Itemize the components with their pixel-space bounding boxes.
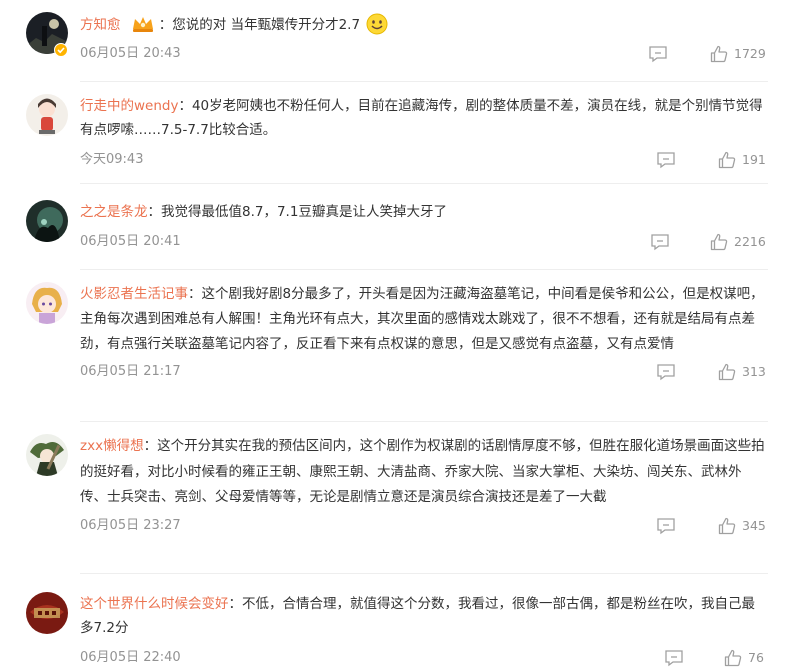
separator: ：: [228, 596, 243, 612]
avatar[interactable]: [26, 200, 68, 242]
comment-icon[interactable]: [648, 45, 668, 63]
like-button[interactable]: 191: [718, 150, 766, 170]
thumbs-up-icon: [718, 151, 736, 169]
username-link[interactable]: zxx懒得想: [80, 438, 144, 454]
smile-emoji-icon: [366, 13, 388, 35]
comment-text: 这个开分其实在我的预估区间内，这个剧作为权谋剧的话剧情厚度不够，但胜在服化道场景…: [80, 438, 765, 505]
divider: [80, 183, 768, 184]
divider: [80, 421, 768, 422]
comment-icon[interactable]: [650, 233, 670, 251]
comment-text: 我觉得最低值8.7，7.1豆瓣真是让人笑掉大牙了: [161, 204, 447, 220]
divider: [80, 81, 768, 82]
username-link[interactable]: 火影忍者生活记事: [80, 286, 188, 302]
avatar[interactable]: [26, 592, 68, 634]
like-count: 1729: [734, 46, 766, 61]
like-count: 2216: [734, 234, 766, 249]
comment-time: 06月05日 23:27: [80, 517, 181, 533]
separator: ：: [178, 98, 192, 114]
crown-badge-icon: [132, 17, 153, 32]
like-count: 191: [742, 152, 766, 167]
comment-item: 这个世界什么时候会变好：不低，合情合理，就值得这个分数，我看过，很像一部古偶，都…: [0, 592, 788, 668]
like-button[interactable]: 76: [724, 648, 764, 668]
separator: ：: [147, 204, 162, 220]
comment-text: 您说的对 当年甄嬛传开分才2.7: [172, 17, 361, 33]
comment-icon[interactable]: [656, 517, 676, 535]
divider: [80, 269, 768, 270]
comment-icon[interactable]: [656, 151, 676, 169]
comment-item: 火影忍者生活记事：这个剧我好剧8分最多了，开头看是因为汪藏海盗墓笔记，中间看是侯…: [0, 282, 788, 422]
thumbs-up-icon: [710, 233, 728, 251]
avatar[interactable]: [26, 94, 68, 136]
comment-time: 今天09:43: [80, 152, 144, 167]
like-button[interactable]: 345: [718, 516, 766, 536]
comment-item: 行走中的wendy：40岁老阿姨也不粉任何人，目前在追藏海传，剧的整体质量不差，…: [0, 94, 788, 184]
like-count: 345: [742, 517, 766, 533]
thumbs-up-icon: [710, 45, 728, 63]
like-button[interactable]: 313: [718, 362, 766, 382]
comment-time: 06月05日 21:17: [80, 364, 181, 379]
like-count: 76: [748, 650, 764, 665]
comment-item: zxx懒得想：这个开分其实在我的预估区间内，这个剧作为权谋剧的话剧情厚度不够，但…: [0, 434, 788, 574]
avatar[interactable]: [26, 434, 68, 476]
comment-item: 之之是条龙：我觉得最低值8.7，7.1豆瓣真是让人笑掉大牙了 06月05日 20…: [0, 200, 788, 270]
like-count: 313: [742, 364, 766, 379]
comment-icon[interactable]: [656, 363, 676, 381]
comment-time: 06月05日 20:43: [80, 46, 181, 61]
avatar[interactable]: [26, 282, 68, 324]
comment-icon[interactable]: [664, 649, 684, 667]
thumbs-up-icon: [724, 649, 742, 667]
thumbs-up-icon: [718, 517, 736, 534]
username-link[interactable]: 之之是条龙: [80, 204, 148, 220]
like-button[interactable]: 1729: [710, 44, 766, 64]
comment-time: 06月05日 20:41: [80, 234, 181, 249]
verified-badge-icon: [54, 43, 68, 57]
comment-item: 方知愈 ：您说的对 当年甄嬛传开分才2.7 06月05日 20:43 1729: [0, 12, 788, 82]
username-link[interactable]: 方知愈: [80, 17, 121, 33]
thumbs-up-icon: [718, 363, 736, 381]
separator: ：: [158, 17, 173, 33]
separator: ：: [143, 438, 158, 454]
comment-list: 方知愈 ：您说的对 当年甄嬛传开分才2.7 06月05日 20:43 1729 …: [0, 0, 788, 668]
divider: [80, 573, 768, 574]
username-link[interactable]: 这个世界什么时候会变好: [80, 596, 229, 612]
username-link[interactable]: 行走中的wendy: [80, 98, 178, 114]
separator: ：: [188, 286, 202, 302]
comment-time: 06月05日 22:40: [80, 650, 181, 665]
like-button[interactable]: 2216: [710, 232, 766, 252]
